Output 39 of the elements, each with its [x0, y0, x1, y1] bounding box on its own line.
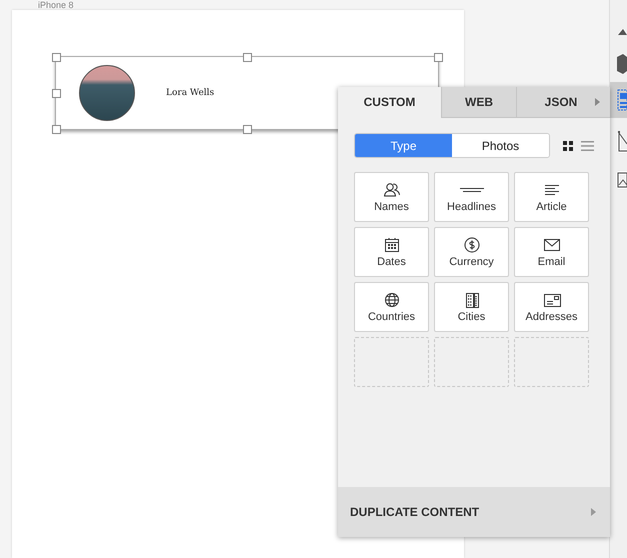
segment-button[interactable]: Type: [355, 134, 452, 157]
type-tile[interactable]: Names: [354, 172, 429, 222]
list-view-icon[interactable]: [581, 140, 594, 150]
triangle-icon[interactable]: [617, 27, 627, 35]
toolbar-selected-item[interactable]: [610, 82, 627, 118]
type-tile[interactable]: Cities: [434, 282, 509, 332]
grid-view-icon[interactable]: [563, 140, 573, 150]
duplicate-content-button[interactable]: DUPLICATE CONTENT: [338, 487, 610, 537]
type-tile[interactable]: Headlines: [434, 172, 509, 222]
tab[interactable]: JSON: [516, 87, 610, 118]
caret-icon: [591, 508, 596, 516]
address-card-icon: [542, 292, 560, 308]
resize-handle[interactable]: [243, 53, 252, 62]
resize-handle[interactable]: [52, 53, 61, 62]
globe-icon: [382, 292, 400, 308]
resize-handle[interactable]: [52, 89, 61, 98]
dollar-icon: [462, 236, 480, 252]
headline-icon: [460, 188, 484, 192]
caret-icon: [595, 98, 600, 106]
image-icon[interactable]: [617, 172, 627, 188]
type-tile[interactable]: Addresses: [514, 282, 589, 332]
name-text: Lora Wells: [166, 88, 214, 98]
tab[interactable]: CUSTOM: [338, 87, 441, 118]
calendar-icon: [382, 236, 400, 252]
type-tile[interactable]: Currency: [434, 227, 509, 277]
people-icon: [382, 182, 400, 198]
resize-handle[interactable]: [243, 125, 252, 134]
resize-handle[interactable]: [52, 125, 61, 134]
layout-icon: [617, 89, 627, 111]
type-tile[interactable]: Countries: [354, 282, 429, 332]
resize-handle[interactable]: [434, 53, 443, 62]
tab[interactable]: WEB: [441, 87, 516, 118]
crop-icon[interactable]: [617, 130, 627, 152]
type-tile[interactable]: Email: [514, 227, 589, 277]
type-tile[interactable]: Dates: [354, 227, 429, 277]
artboard-label: iPhone 8: [37, 0, 75, 10]
hexagon-icon[interactable]: [617, 54, 627, 74]
envelope-icon: [542, 236, 560, 252]
type-tile[interactable]: Article: [514, 172, 589, 222]
